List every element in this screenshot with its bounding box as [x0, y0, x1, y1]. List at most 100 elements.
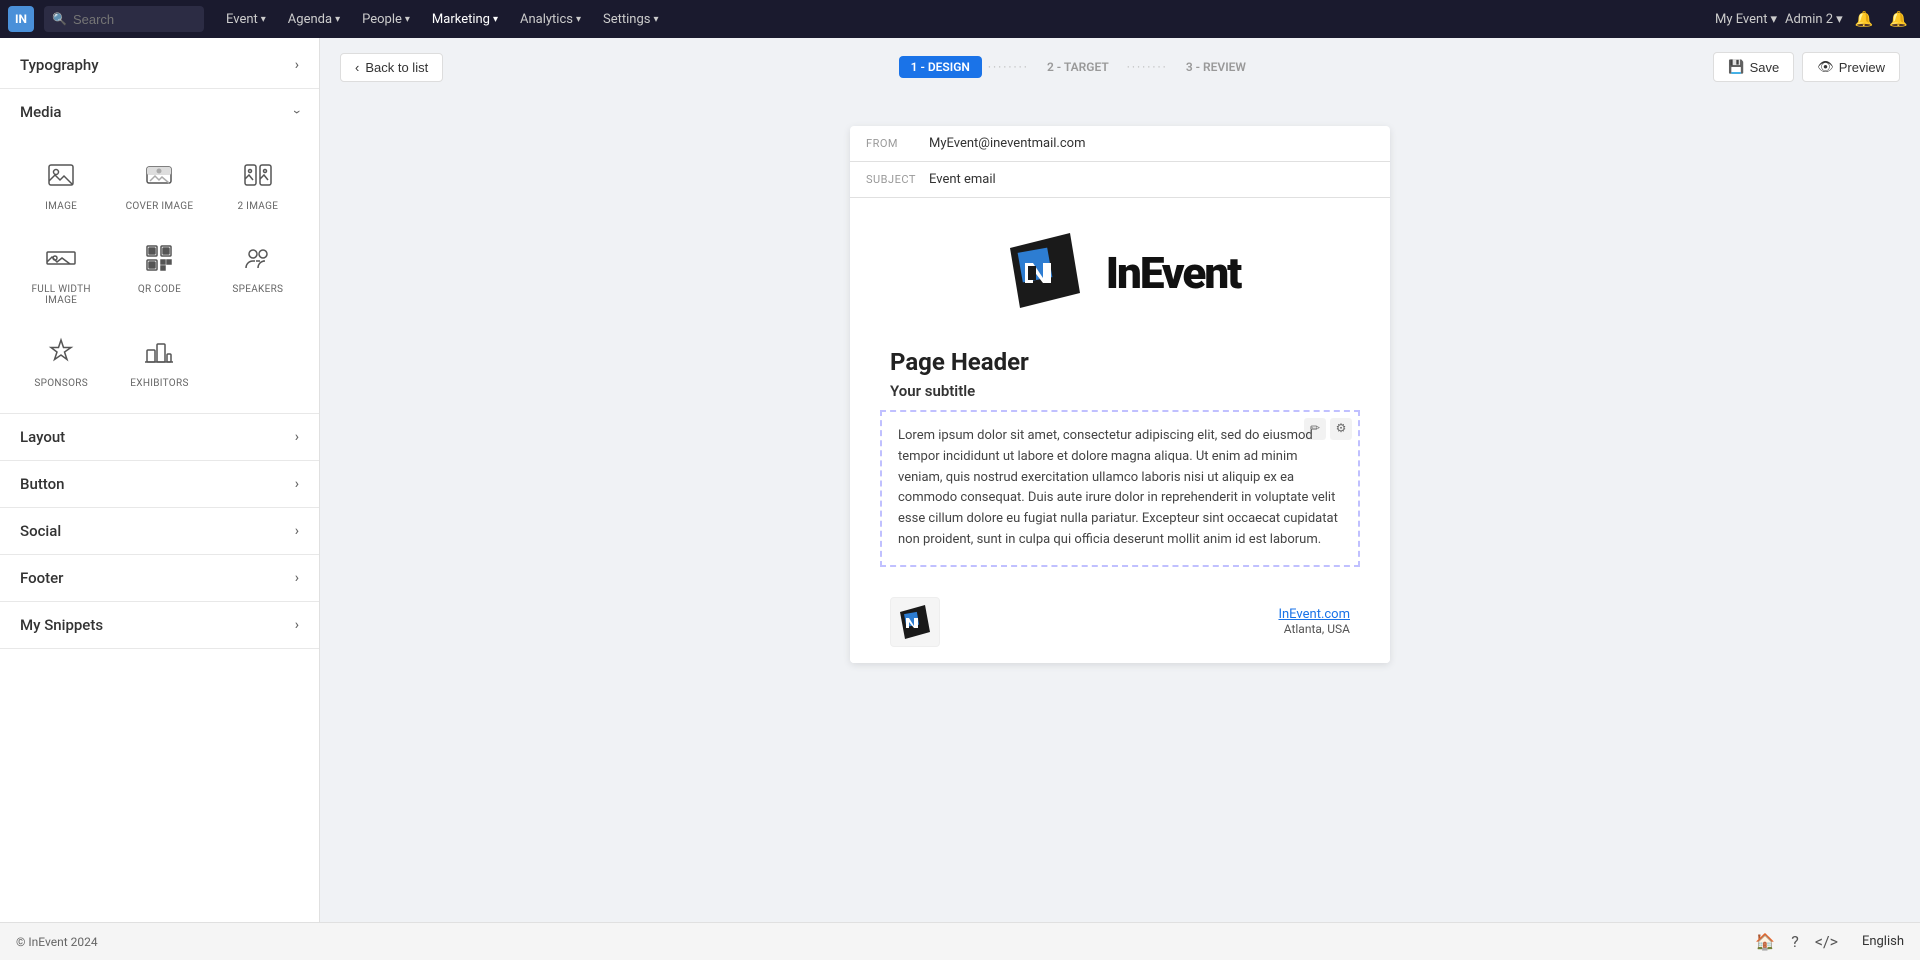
nav-agenda[interactable]: Agenda ▾	[278, 8, 350, 31]
email-content: InEvent Page Header Your subtitle Lorem …	[850, 198, 1390, 663]
media-item-sponsors[interactable]: SPONSORS	[16, 322, 106, 397]
button-header[interactable]: Button ›	[0, 461, 319, 507]
preview-button[interactable]: 👁 Preview	[1802, 52, 1900, 82]
admin-dropdown[interactable]: Admin 2 ▾	[1785, 12, 1843, 27]
email-body: InEvent Page Header Your subtitle Lorem …	[850, 198, 1390, 663]
help-icon[interactable]: ?	[1791, 932, 1799, 951]
block-action-settings[interactable]: ⚙	[1330, 418, 1352, 440]
nav-people[interactable]: People ▾	[352, 8, 420, 31]
layout-header[interactable]: Layout ›	[0, 414, 319, 460]
chevron-right-icon: ›	[295, 476, 299, 492]
step-1: 1 - DESIGN	[899, 56, 982, 78]
main-area: Typography › Media ›	[0, 38, 1920, 922]
speakers-icon	[236, 236, 280, 280]
chevron-down-icon: ▾	[654, 14, 659, 25]
footer-logo	[890, 597, 940, 647]
save-icon: 💾	[1728, 59, 1744, 75]
nav-marketing[interactable]: Marketing ▾	[422, 8, 508, 31]
footer-logo-icon	[895, 602, 935, 642]
sidebar-section-footer: Footer ›	[0, 555, 319, 602]
sponsors-icon	[39, 330, 83, 374]
media-item-2image[interactable]: 2 IMAGE	[213, 145, 303, 220]
nav-items: Event ▾ Agenda ▾ People ▾ Marketing ▾ An…	[216, 8, 1711, 31]
home-icon[interactable]: 🏠	[1755, 932, 1775, 951]
image-icon	[39, 153, 83, 197]
footer-header[interactable]: Footer ›	[0, 555, 319, 601]
media-item-speakers[interactable]: SPEAKERS	[213, 228, 303, 314]
content-area: ‹ Back to list 1 - DESIGN ········ 2 - T…	[320, 38, 1920, 922]
bottom-bar: © InEvent 2024 🏠 ? </> English	[0, 922, 1920, 960]
qr-code-icon	[137, 236, 181, 280]
email-subtitle: Your subtitle	[850, 382, 1390, 410]
sidebar-section-social: Social ›	[0, 508, 319, 555]
block-action-pencil[interactable]: ✏	[1304, 418, 1326, 440]
sub-header: ‹ Back to list 1 - DESIGN ········ 2 - T…	[320, 38, 1920, 96]
inevent-logo: InEvent	[1000, 228, 1241, 318]
chevron-right-icon: ›	[295, 617, 299, 633]
chevron-down-icon: ▾	[1770, 12, 1777, 27]
chevron-down-icon: ▾	[261, 14, 266, 25]
chevron-down-icon: ▾	[576, 14, 581, 25]
chevron-right-icon: ›	[295, 429, 299, 445]
media-item-image[interactable]: IMAGE	[16, 145, 106, 220]
chevron-down-icon: ▾	[335, 14, 340, 25]
nav-analytics[interactable]: Analytics ▾	[510, 8, 591, 31]
media-item-full-width-image[interactable]: FULL WIDTH IMAGE	[16, 228, 106, 314]
media-grid: IMAGE COVER IMAGE	[0, 135, 319, 413]
footer-link[interactable]: InEvent.com	[1278, 607, 1350, 622]
full-width-image-icon	[39, 236, 83, 280]
step-dots-2: ········	[1127, 60, 1168, 74]
save-button[interactable]: 💾 Save	[1713, 52, 1794, 82]
search-icon: 🔍	[52, 12, 67, 26]
footer-info: InEvent.com Atlanta, USA	[1278, 607, 1350, 636]
search-input[interactable]	[73, 12, 193, 27]
email-preview: FROM MyEvent@ineventmail.com SUBJECT Eve…	[850, 126, 1390, 663]
header-actions: 💾 Save 👁 Preview	[1713, 52, 1900, 82]
chevron-right-icon: ›	[295, 523, 299, 539]
sidebar-section-snippets: My Snippets ›	[0, 602, 319, 649]
back-button[interactable]: ‹ Back to list	[340, 53, 443, 82]
media-item-qr-code[interactable]: QR CODE	[114, 228, 204, 314]
step-1-badge: 1 - DESIGN	[899, 56, 982, 78]
chevron-down-icon: ▾	[493, 14, 498, 25]
step-3-badge: 3 - REVIEW	[1174, 56, 1258, 78]
bottom-icons: 🏠 ? </> English	[1755, 932, 1904, 951]
email-logo-area: InEvent	[850, 198, 1390, 338]
nav-settings[interactable]: Settings ▾	[593, 8, 669, 31]
block-actions: ✏ ⚙	[1304, 418, 1352, 440]
media-item-exhibitors[interactable]: EXHIBITORS	[114, 322, 204, 397]
two-image-icon	[236, 153, 280, 197]
chevron-down-icon: ›	[289, 110, 305, 114]
chevron-down-icon: ▾	[405, 14, 410, 25]
typography-header[interactable]: Typography ›	[0, 42, 319, 88]
step-2: 2 - TARGET	[1035, 56, 1121, 78]
exhibitors-icon	[137, 330, 181, 374]
app-logo[interactable]: IN	[8, 6, 34, 32]
sidebar-section-layout: Layout ›	[0, 414, 319, 461]
social-header[interactable]: Social ›	[0, 508, 319, 554]
chevron-right-icon: ›	[295, 57, 299, 73]
sidebar-section-typography: Typography ›	[0, 42, 319, 89]
my-event-dropdown[interactable]: My Event ▾	[1715, 12, 1777, 27]
media-header[interactable]: Media ›	[0, 89, 319, 135]
preview-icon: 👁	[1817, 59, 1834, 75]
cover-image-icon	[137, 153, 181, 197]
notifications-icon[interactable]: 🔔	[1851, 8, 1878, 30]
copyright: © InEvent 2024	[16, 935, 1755, 949]
chevron-right-icon: ›	[295, 570, 299, 586]
arrow-left-icon: ‹	[355, 60, 359, 75]
email-text-block[interactable]: Lorem ipsum dolor sit amet, consectetur …	[880, 410, 1360, 567]
search-box[interactable]: 🔍	[44, 6, 204, 32]
language-selector[interactable]: English	[1862, 934, 1904, 949]
media-item-cover-image[interactable]: COVER IMAGE	[114, 145, 204, 220]
logo-icon	[1000, 228, 1090, 318]
step-3: 3 - REVIEW	[1174, 56, 1258, 78]
bell-icon[interactable]: 🔔	[1885, 8, 1912, 30]
email-footer: InEvent.com Atlanta, USA	[850, 581, 1390, 663]
email-subject-row: SUBJECT Event email	[850, 162, 1390, 198]
code-icon[interactable]: </>	[1815, 932, 1838, 951]
snippets-header[interactable]: My Snippets ›	[0, 602, 319, 648]
nav-event[interactable]: Event ▾	[216, 8, 276, 31]
footer-address: Atlanta, USA	[1284, 622, 1350, 636]
email-page-header: Page Header	[850, 338, 1390, 382]
